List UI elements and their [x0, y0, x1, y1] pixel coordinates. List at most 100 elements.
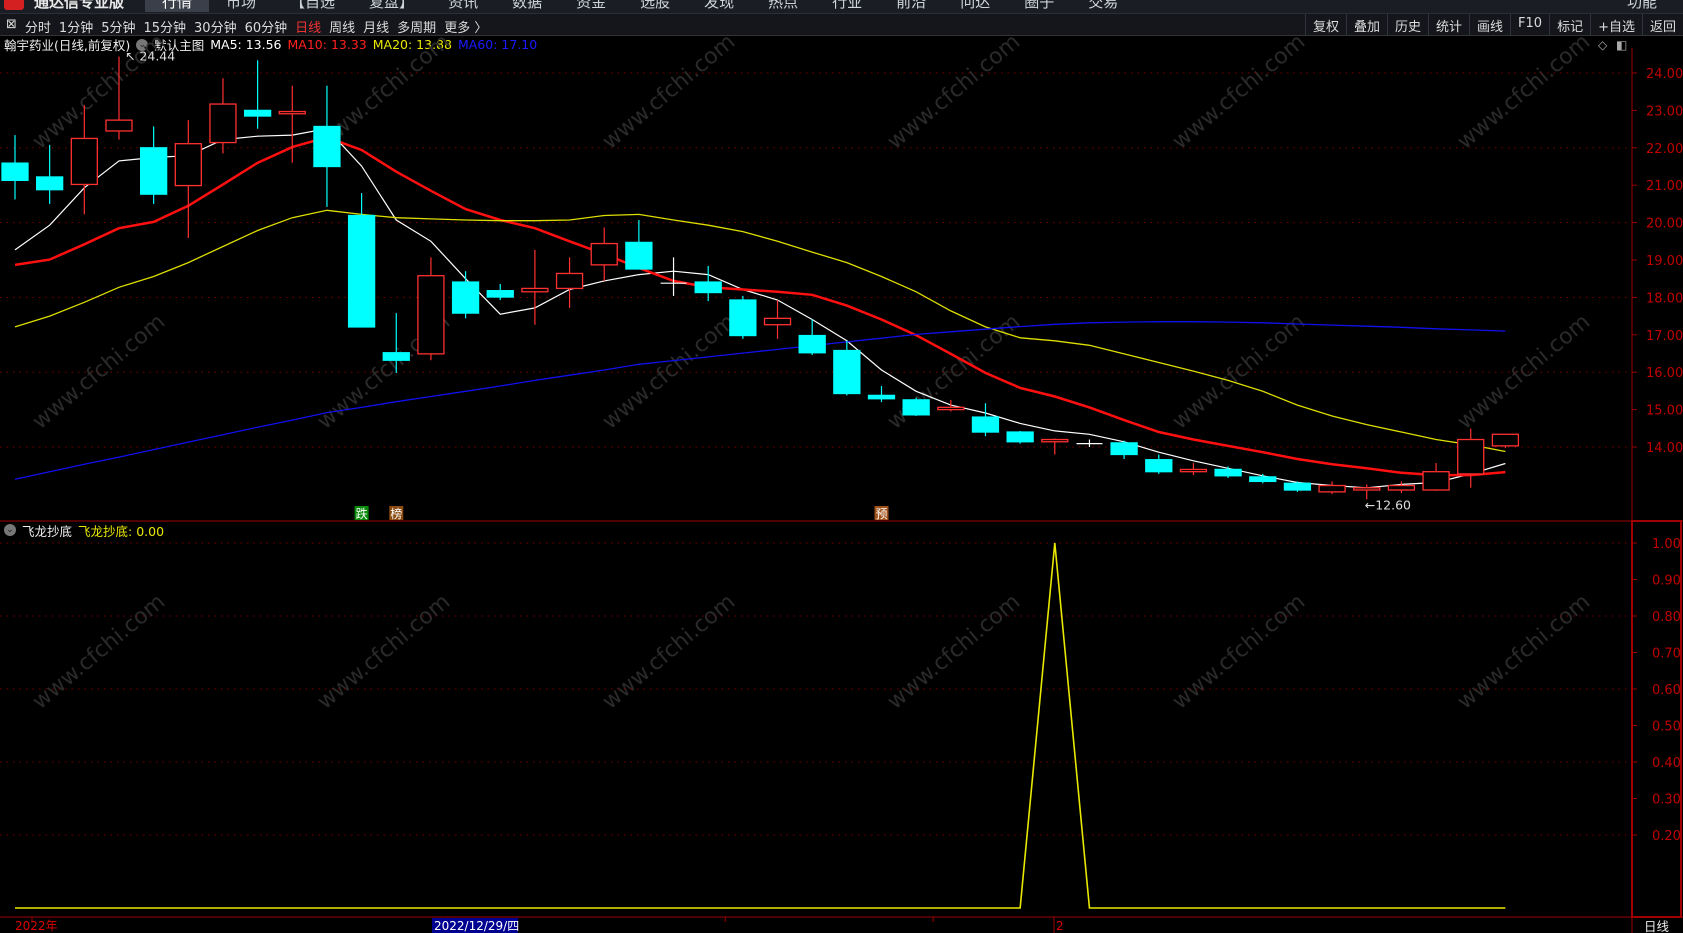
signal-marker[interactable]: [354, 506, 369, 520]
candle[interactable]: [209, 78, 237, 154]
toolbar-button[interactable]: F10: [1510, 14, 1549, 35]
candle[interactable]: [1283, 481, 1312, 492]
indicator-name[interactable]: 飞龙抄底: [22, 521, 72, 540]
candle-body: [209, 103, 237, 144]
menu-item[interactable]: 发现: [687, 0, 751, 12]
signal-marker[interactable]: [389, 506, 404, 520]
menu-item[interactable]: 热点: [751, 0, 815, 12]
kline-chart[interactable]: www.cfchi.com www.cfchi.com www.cfchi.com w…: [0, 0, 1683, 933]
period-tab[interactable]: 日线: [291, 17, 325, 36]
panel-toggle-icon[interactable]: ◧: [1616, 38, 1627, 52]
candle-body: [417, 275, 445, 355]
candle[interactable]: [1422, 463, 1450, 491]
price-tick-label: 22.00: [1646, 142, 1683, 157]
diamond-icon[interactable]: ◇: [1598, 38, 1607, 52]
candle[interactable]: [1041, 438, 1069, 455]
candle[interactable]: [1491, 433, 1520, 449]
candle[interactable]: [867, 386, 896, 403]
chevron-down-icon[interactable]: ⌄: [136, 38, 149, 51]
candle[interactable]: [1179, 463, 1208, 476]
period-tab[interactable]: 月线: [359, 17, 393, 36]
candle[interactable]: [1457, 428, 1485, 488]
menu-item[interactable]: 【自选: [273, 0, 352, 12]
candle[interactable]: [139, 126, 168, 204]
menu-item[interactable]: 复盘】: [352, 0, 431, 12]
candle[interactable]: [36, 144, 64, 204]
candle[interactable]: [278, 85, 306, 163]
toolbar-button[interactable]: 历史: [1386, 14, 1428, 35]
period-tab[interactable]: 周线: [325, 17, 359, 36]
candle[interactable]: [1249, 473, 1277, 484]
menu-item[interactable]: 市场: [209, 0, 273, 12]
indicator-axis-frame: [1631, 520, 1682, 918]
candle[interactable]: [937, 399, 965, 412]
watermark-text: www.cfchi.com: [883, 309, 1025, 434]
menu-item[interactable]: 圈子: [1007, 0, 1071, 12]
candle[interactable]: [1214, 466, 1242, 479]
candle[interactable]: [313, 85, 341, 207]
candle[interactable]: [347, 193, 376, 328]
candle[interactable]: [590, 227, 618, 281]
toolbar-button[interactable]: 标记: [1549, 14, 1590, 35]
candle[interactable]: [451, 271, 480, 319]
candle[interactable]: [694, 265, 722, 302]
period-tab[interactable]: 1分钟: [55, 17, 97, 36]
candle[interactable]: [1387, 481, 1416, 494]
candle[interactable]: [902, 397, 930, 416]
period-tab[interactable]: 多周期: [393, 17, 440, 36]
candle[interactable]: [1, 135, 29, 200]
toolbar-button[interactable]: 返回: [1641, 14, 1683, 35]
menu-item[interactable]: 问达: [943, 0, 1007, 12]
candle[interactable]: [417, 257, 445, 361]
toolbar-button[interactable]: 画线: [1469, 14, 1510, 35]
menu-item[interactable]: 交易: [1071, 0, 1135, 12]
candle-body: [1249, 476, 1277, 483]
period-tab[interactable]: 5分钟: [97, 17, 139, 36]
candle[interactable]: [729, 295, 757, 339]
collapse-icon[interactable]: ⊠: [2, 17, 21, 36]
candle[interactable]: [555, 257, 584, 308]
period-tab[interactable]: 更多 〉: [440, 17, 491, 36]
candle[interactable]: [1006, 430, 1034, 444]
candle[interactable]: [1076, 439, 1103, 447]
candle[interactable]: [486, 283, 514, 301]
watermark-text: www.cfchi.com: [1168, 309, 1310, 434]
candle[interactable]: [625, 219, 653, 270]
candle[interactable]: [70, 105, 98, 215]
menu-item[interactable]: 前沿: [879, 0, 943, 12]
toolbar-button[interactable]: 统计: [1428, 14, 1469, 35]
toolbar-button[interactable]: 复权: [1304, 14, 1346, 35]
candle[interactable]: [660, 257, 687, 296]
period-tab[interactable]: 60分钟: [241, 17, 292, 36]
candle[interactable]: [174, 120, 202, 238]
candle[interactable]: [521, 249, 549, 325]
candle[interactable]: [798, 319, 826, 355]
candle[interactable]: [382, 313, 410, 373]
menu-item[interactable]: 资讯: [431, 0, 495, 12]
candle[interactable]: [763, 300, 792, 339]
menu-item[interactable]: 选股: [623, 0, 687, 12]
candle[interactable]: [105, 56, 133, 140]
toolbar-button[interactable]: +自选: [1590, 14, 1642, 35]
menu-item[interactable]: 资金: [559, 0, 623, 12]
chevron-down-icon[interactable]: ⌄: [4, 524, 16, 536]
menu-item[interactable]: 行业: [815, 0, 879, 12]
template-label[interactable]: 默认主图: [154, 35, 204, 54]
toolbar-button[interactable]: 叠加: [1345, 14, 1387, 35]
watermark-text: www.cfchi.com: [313, 309, 455, 434]
candle[interactable]: [1110, 440, 1138, 459]
period-tab[interactable]: 分时: [21, 17, 55, 36]
candle-body: [1006, 431, 1034, 443]
menu-item[interactable]: 数据: [495, 0, 559, 12]
candle[interactable]: [1145, 454, 1173, 474]
menu-item[interactable]: 行情: [145, 0, 210, 12]
candle[interactable]: [833, 340, 861, 396]
period-tab[interactable]: 30分钟: [190, 17, 241, 36]
period-tab[interactable]: 15分钟: [139, 17, 190, 36]
candle[interactable]: [1318, 481, 1346, 495]
signal-marker[interactable]: [874, 506, 889, 520]
candle[interactable]: [1353, 484, 1381, 500]
function-menu[interactable]: 功能: [1627, 0, 1657, 12]
candle[interactable]: [243, 60, 272, 129]
candle[interactable]: [971, 403, 1000, 437]
